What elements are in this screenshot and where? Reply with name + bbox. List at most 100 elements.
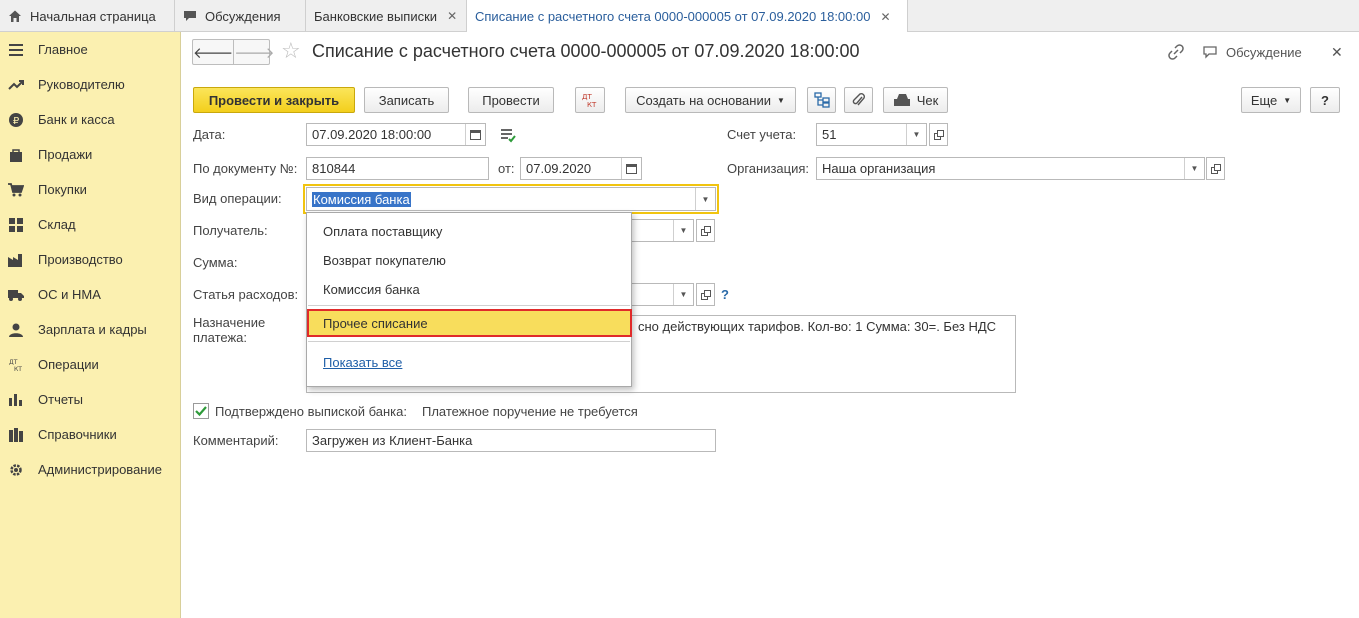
sidebar-item-fixed-assets[interactable]: ОС и НМА (0, 277, 181, 312)
tab-writeoff-document[interactable]: Списание с расчетного счета 0000-000005 … (467, 0, 908, 33)
operation-type-label: Вид операции: (193, 191, 282, 206)
close-form-button[interactable]: ✕ (1331, 44, 1343, 61)
chevron-down-icon: ▼ (1283, 95, 1292, 105)
forward-button[interactable]: 🡒 (233, 40, 274, 64)
discussion-button[interactable]: Обсуждение (1202, 44, 1302, 60)
operation-type-value: Комиссия банка (312, 191, 411, 207)
confirmed-checkbox[interactable] (193, 403, 209, 419)
comment-label: Комментарий: (193, 433, 279, 448)
sidebar-item-label: Справочники (38, 427, 117, 442)
date-field[interactable]: 07.09.2020 18:00:00 (306, 123, 486, 146)
warehouse-icon (8, 217, 24, 233)
books-icon (8, 427, 24, 443)
open-account-button[interactable] (929, 123, 948, 146)
tab-bank-statements[interactable]: Банковские выписки ✕ (306, 0, 467, 32)
chevron-down-icon[interactable]: ▼ (1184, 158, 1204, 179)
open-recipient-button[interactable] (696, 219, 715, 242)
doc-number-field[interactable]: 810844 (306, 157, 489, 180)
organization-field[interactable]: Наша организация ▼ (816, 157, 1205, 180)
dropdown-option-pay-supplier[interactable]: Оплата поставщику (323, 224, 442, 239)
more-button[interactable]: Еще ▼ (1241, 87, 1301, 113)
dt-kt-button[interactable]: ДТ КТ (575, 87, 605, 113)
sidebar-item-label: Отчеты (38, 392, 83, 407)
open-icon (700, 225, 711, 236)
chevron-down-icon[interactable]: ▼ (695, 188, 715, 210)
person-icon (8, 322, 24, 338)
status-list-icon[interactable] (500, 127, 516, 146)
attach-button[interactable] (844, 87, 873, 113)
open-icon (700, 289, 711, 300)
close-icon[interactable]: ✕ (880, 10, 890, 24)
ruble-icon: ₽ (8, 112, 24, 128)
comment-field[interactable]: Загружен из Клиент-Банка (306, 429, 716, 452)
structure-button[interactable] (807, 87, 836, 113)
cash-register-icon (893, 94, 910, 106)
doc-number-label: По документу №: (193, 161, 298, 176)
chevron-down-icon[interactable]: ▼ (673, 220, 693, 241)
dropdown-option-other-writeoff[interactable]: Прочее списание (307, 309, 632, 337)
help-button[interactable]: ? (1310, 87, 1340, 113)
svg-text:КТ: КТ (587, 101, 597, 108)
sidebar-item-label: ОС и НМА (38, 287, 101, 302)
hierarchy-icon (813, 92, 830, 108)
date-label: Дата: (193, 127, 226, 142)
payment-order-note: Платежное поручение не требуется (422, 404, 638, 419)
post-and-close-button[interactable]: Провести и закрыть (193, 87, 355, 113)
dropdown-option-bank-fee[interactable]: Комиссия банка (323, 282, 420, 297)
help-question-icon[interactable]: ? (721, 287, 729, 302)
show-all-link[interactable]: Показать все (323, 355, 402, 370)
sidebar-item-operations[interactable]: ДТ КТ Операции (0, 347, 181, 382)
post-button[interactable]: Провести (468, 87, 554, 113)
sum-label: Сумма: (193, 255, 238, 270)
from-date-value: 07.09.2020 (526, 161, 592, 176)
from-date-field[interactable]: 07.09.2020 (520, 157, 642, 180)
account-value: 51 (822, 127, 837, 142)
home-icon (9, 10, 21, 22)
create-based-on-button[interactable]: Создать на основании ▼ (625, 87, 796, 113)
doc-number-value: 810844 (312, 161, 356, 176)
history-nav: 🡐 🡒 (192, 39, 274, 65)
sidebar-item-salary[interactable]: Зарплата и кадры (0, 312, 181, 347)
receipt-button[interactable]: Чек (883, 87, 948, 113)
calendar-icon[interactable] (465, 124, 485, 145)
sidebar-item-label: Администрирование (38, 462, 162, 477)
sidebar-item-bank[interactable]: ₽ Банк и касса (0, 102, 181, 137)
chevron-down-icon[interactable]: ▼ (906, 124, 926, 145)
chevron-down-icon: ▼ (776, 95, 785, 105)
calendar-icon[interactable] (621, 158, 641, 179)
expense-item-label: Статья расходов: (193, 287, 299, 302)
operation-type-dropdown: Оплата поставщику Возврат покупателю Ком… (306, 212, 632, 387)
sidebar-item-directories[interactable]: Справочники (0, 417, 181, 452)
organization-value: Наша организация (822, 161, 936, 176)
sidebar-item-label: Руководителю (38, 77, 125, 92)
purpose-label-line2: платежа: (193, 330, 247, 345)
sidebar-item-warehouse[interactable]: Склад (0, 207, 181, 242)
tab-home[interactable]: Начальная страница (0, 0, 175, 32)
svg-text:ДТ: ДТ (9, 359, 18, 366)
sidebar: Главное Руководителю ₽ Банк и касса Прод… (0, 32, 181, 618)
dropdown-option-refund-buyer[interactable]: Возврат покупателю (323, 253, 446, 268)
sidebar-item-label: Зарплата и кадры (38, 322, 147, 337)
favorite-star-icon[interactable]: ☆ (281, 40, 301, 62)
sidebar-item-manager[interactable]: Руководителю (0, 67, 181, 102)
open-organization-button[interactable] (1206, 157, 1225, 180)
more-label: Еще (1250, 92, 1278, 108)
back-button[interactable]: 🡐 (193, 40, 233, 64)
tab-discussions[interactable]: Обсуждения (175, 0, 306, 32)
link-icon[interactable] (1168, 44, 1184, 60)
receipt-label: Чек (916, 92, 939, 108)
sidebar-item-reports[interactable]: Отчеты (0, 382, 181, 417)
sidebar-item-admin[interactable]: Администрирование (0, 452, 181, 487)
sidebar-item-purchases[interactable]: Покупки (0, 172, 181, 207)
close-icon[interactable]: ✕ (447, 9, 457, 23)
dt-kt-icon: ДТКТ (582, 93, 597, 108)
account-field[interactable]: 51 ▼ (816, 123, 927, 146)
save-button[interactable]: Записать (364, 87, 449, 113)
chevron-down-icon[interactable]: ▼ (673, 284, 693, 305)
sidebar-item-main[interactable]: Главное (0, 32, 181, 67)
open-expense-item-button[interactable] (696, 283, 715, 306)
sidebar-item-sales[interactable]: Продажи (0, 137, 181, 172)
comment-value: Загружен из Клиент-Банка (312, 433, 473, 448)
operation-type-field[interactable]: Комиссия банка ▼ (306, 187, 716, 211)
sidebar-item-production[interactable]: Производство (0, 242, 181, 277)
